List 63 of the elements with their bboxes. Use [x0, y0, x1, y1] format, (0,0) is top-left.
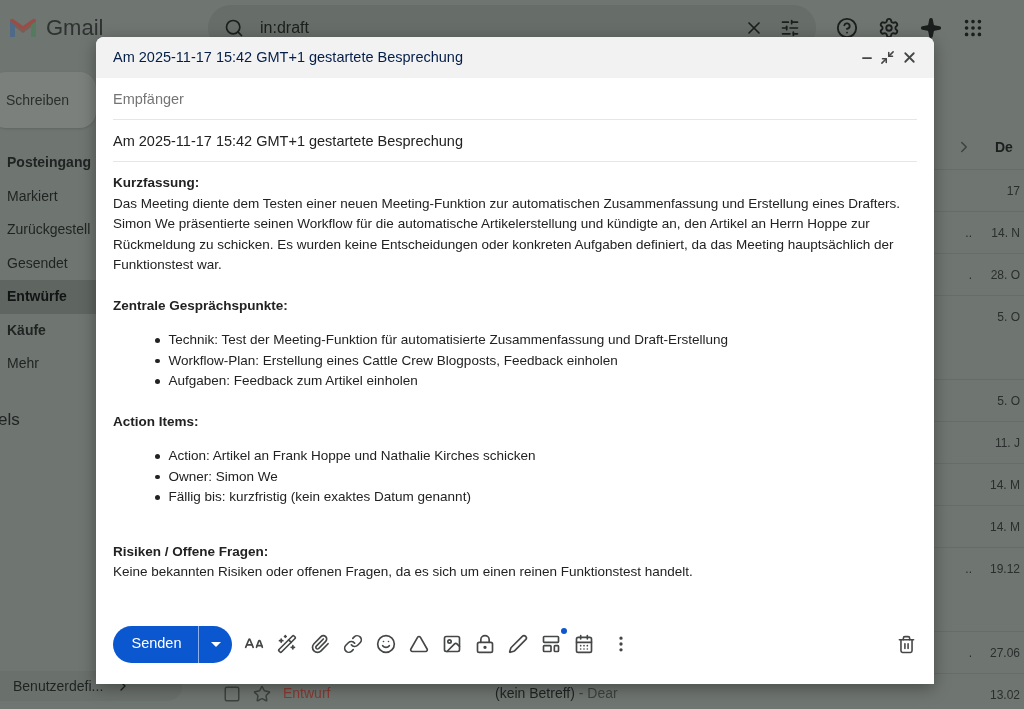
calendar-icon[interactable]: [574, 634, 594, 654]
section-heading: Kurzfassung:: [113, 174, 200, 192]
email-date: 28. O: [989, 267, 1021, 284]
magic-pen-icon[interactable]: [277, 634, 297, 654]
email-date: 27.06: [988, 645, 1021, 662]
bullet-item: Workflow-Plan: Erstellung eines Cattle Crew Blogposts, Feedback einholen: [168, 351, 618, 370]
column-header: De: [995, 137, 1014, 157]
bullet-item: Technik: Test der Meeting-Funktion für automatisierte Zusammenfassung und Draft-Erstellung: [168, 331, 728, 349]
section-heading: Zentrale Gesprächspunkte:: [113, 296, 288, 315]
text-ellipsis: .: [968, 267, 972, 284]
draft-label: Entwurf: [283, 684, 332, 703]
layout-icon[interactable]: [541, 628, 567, 654]
link-icon[interactable]: [343, 634, 363, 654]
section-heading: Risiken / Offene Fragen:: [113, 542, 269, 561]
email-date: 5. O: [996, 393, 1021, 410]
body-paragraph: Das Meeting diente dem Testen einer neuen Meeting-Funktion zur automatischen Zusammenfassung und Erstellung eines Drafters. Simon We präsentierte seinen Workflow für die automatische Artikelerstellung und kündigte an, den Artikel an Herrn Hoppe zur Rückmeldung zu schicken. Es wurden keine Entscheidungen oder konkreten Aufgaben definiert, da das Meeting hauptsächlich der Funktionstest war.: [113, 194, 901, 274]
paperclip-icon[interactable]: [310, 634, 330, 654]
email-date: 14. N: [990, 225, 1021, 242]
close-icon[interactable]: [901, 49, 918, 66]
bullet-item: Action: Artikel an Frank Hoppe und Nathalie Kirches schicken: [168, 447, 536, 465]
section-heading: Action Items:: [113, 412, 199, 431]
settings-icon[interactable]: [878, 16, 900, 39]
email-date: 19.12: [988, 561, 1021, 578]
sidebar-item[interactable]: Entwürfe: [0, 280, 96, 314]
app-name: Gmail: [46, 14, 104, 42]
body-paragraph: Keine bekannten Risiken oder offenen Fragen, da es sich um einen reinen Funktionstest handelt.: [113, 563, 694, 581]
send-button[interactable]: Senden: [113, 625, 199, 663]
caret-icon: [210, 641, 221, 647]
logo-icon: [8, 16, 38, 39]
text-ellipsis: ..: [965, 561, 972, 578]
email-date: 14. M: [989, 477, 1021, 494]
sidebar-item[interactable]: Käufe: [0, 313, 96, 347]
sidebar-item[interactable]: Zurückgestell: [0, 213, 96, 247]
sidebar-item[interactable]: Markiert: [0, 179, 96, 213]
text-ellipsis: .: [968, 645, 972, 662]
email-date: 17: [1005, 183, 1021, 200]
text-ellipsis: ..: [965, 225, 972, 242]
sidebar-item[interactable]: Mehr: [0, 347, 96, 381]
search-icon: [224, 17, 244, 38]
triangle-icon[interactable]: [409, 634, 429, 654]
sidebar-item[interactable]: Gesendet: [0, 246, 96, 280]
image-icon[interactable]: [442, 634, 462, 654]
bullet-item: Aufgaben: Feedback zum Artikel einholen: [168, 372, 418, 390]
subject-field[interactable]: Am 2025-11-17 15:42 GMT+1 gestartete Besprechung: [113, 120, 917, 162]
exit-fullscreen-icon[interactable]: [880, 50, 895, 65]
email-date: 5. O: [996, 309, 1021, 326]
email-date: 11. J: [993, 435, 1021, 452]
compose-button[interactable]: Schreiben: [0, 72, 96, 128]
smiley-icon[interactable]: [376, 634, 396, 654]
checkbox[interactable]: [223, 684, 241, 703]
star-icon[interactable]: [253, 684, 271, 703]
recipient-field[interactable]: Empfänger: [113, 78, 917, 120]
email-date: 13.02: [988, 687, 1021, 704]
sparkle-icon[interactable]: [920, 16, 942, 39]
bullet-item: Owner: Simon We: [168, 467, 278, 486]
email-date: 14. M: [989, 519, 1021, 536]
trash-icon[interactable]: [897, 634, 916, 654]
send-options-button[interactable]: [199, 625, 232, 663]
sidebar-item[interactable]: Posteingang: [0, 146, 96, 180]
help-icon[interactable]: [836, 16, 858, 39]
bullet-item: Fällig bis: kurzfristig (kein exaktes Datum genannt): [168, 488, 471, 506]
pen-icon[interactable]: [508, 634, 528, 654]
filter-icon[interactable]: [780, 17, 800, 38]
